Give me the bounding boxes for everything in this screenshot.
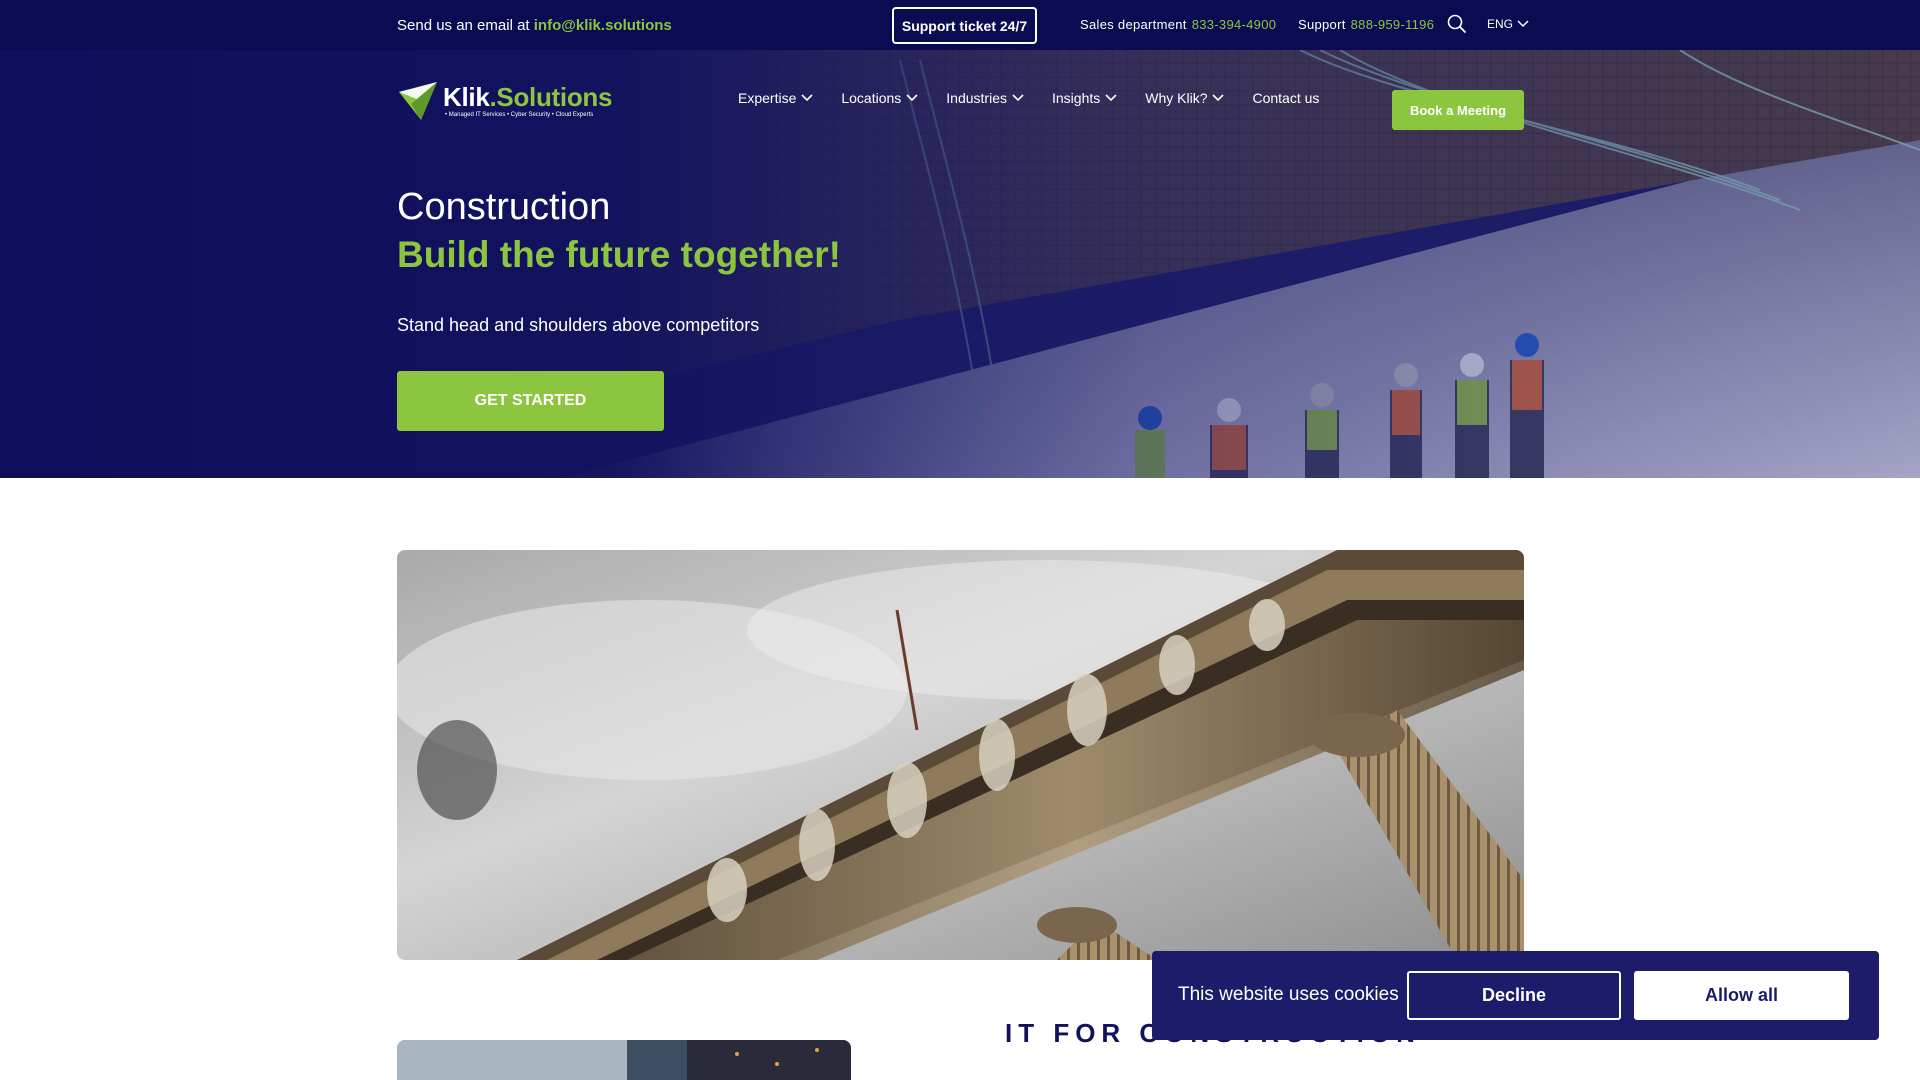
hero-section: Send us an email at info@klik.solutions … [0, 0, 1920, 478]
building-pediment-illustration [397, 550, 1524, 960]
sales-label: Sales department [1080, 17, 1187, 32]
klik-solutions-logo[interactable]: Klik.Solutions • Managed IT Services • C… [397, 80, 617, 122]
chevron-down-icon [801, 94, 813, 102]
nav-item-label: Contact us [1252, 90, 1320, 106]
nav-item-industries[interactable]: Industries [946, 90, 1024, 106]
hero-tagline: Stand head and shoulders above competito… [397, 315, 760, 335]
hero-subtitle: Build the future together! [397, 234, 841, 275]
chevron-down-icon [1105, 94, 1117, 102]
main-nav: Expertise Locations Industries Insights … [738, 90, 1347, 106]
nav-item-label: Locations [841, 90, 902, 106]
cookie-message: This website uses cookies [1178, 984, 1399, 1005]
nav-item-expertise[interactable]: Expertise [738, 90, 813, 106]
support-phone-link[interactable]: 888-959-1196 [1351, 17, 1435, 32]
classical-building-image [397, 550, 1524, 960]
hero-construction-photo [0, 0, 1920, 478]
logo-name-rest: Solutions [496, 82, 613, 112]
allow-all-cookies-button[interactable]: Allow all [1634, 971, 1849, 1020]
email-link[interactable]: info@klik.solutions [534, 17, 672, 34]
nav-item-insights[interactable]: Insights [1052, 90, 1117, 106]
logo-mark-icon [399, 82, 437, 120]
logo-name-main: Klik [443, 82, 490, 112]
sales-phone-link[interactable]: 833-394-4900 [1192, 17, 1277, 32]
nav-item-why-klik[interactable]: Why Klik? [1145, 90, 1225, 106]
chevron-down-icon [906, 94, 918, 102]
search-icon[interactable] [1447, 14, 1467, 34]
support-contact: Support 888-959-1196 [1298, 17, 1434, 32]
support-label: Support [1298, 17, 1346, 32]
email-contact: Send us an email at info@klik.solutions [397, 17, 672, 34]
nav-item-label: Why Klik? [1145, 90, 1208, 106]
nav-item-label: Insights [1052, 90, 1101, 106]
language-selector[interactable]: ENG [1487, 17, 1529, 31]
decline-cookies-button[interactable]: Decline [1407, 971, 1621, 1020]
logo-tagline: • Managed IT Services • Cyber Security •… [445, 112, 594, 118]
chevron-down-icon [1012, 94, 1024, 102]
book-meeting-button[interactable]: Book a Meeting [1392, 90, 1524, 130]
section-thumbnail-image [397, 1040, 851, 1080]
nav-item-label: Expertise [738, 90, 797, 106]
language-label: ENG [1487, 17, 1514, 31]
cookie-consent-banner: This website uses cookies Decline Allow … [1152, 951, 1879, 1040]
get-started-button[interactable]: GET STARTED [397, 371, 664, 431]
support-ticket-button[interactable]: Support ticket 24/7 [892, 7, 1037, 44]
nav-item-label: Industries [946, 90, 1007, 106]
chevron-down-icon [1517, 20, 1529, 28]
email-prefix: Send us an email at [397, 17, 530, 34]
thumbnail-illustration [397, 1040, 851, 1080]
sales-contact: Sales department 833-394-4900 [1080, 17, 1276, 32]
hero-title: Construction [397, 186, 611, 228]
logo-wordmark: Klik.Solutions [443, 82, 612, 113]
nav-item-locations[interactable]: Locations [841, 90, 918, 106]
top-utility-bar: Send us an email at info@klik.solutions … [0, 0, 1920, 50]
chevron-down-icon [1212, 94, 1225, 102]
nav-item-contact-us[interactable]: Contact us [1252, 90, 1319, 106]
